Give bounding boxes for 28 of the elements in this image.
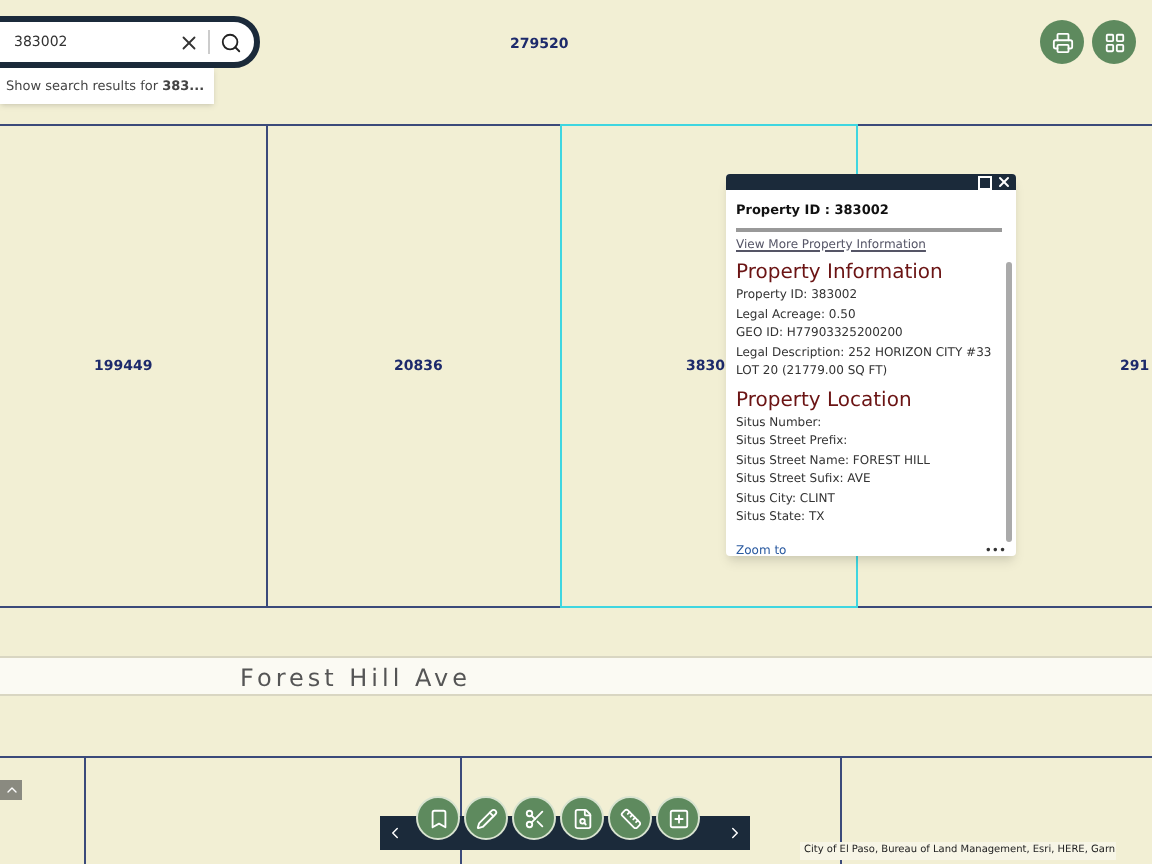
section-heading: Property Location (736, 389, 914, 413)
tool-button[interactable] (656, 796, 700, 840)
grid-icon (1103, 31, 1125, 53)
road-label: Forest Hill Ave (240, 662, 471, 696)
chevron-up-icon (3, 782, 19, 798)
pencil-icon (475, 807, 497, 829)
tool-button[interactable] (512, 796, 556, 840)
printer-icon (1051, 31, 1073, 53)
map-canvas[interactable] (0, 0, 1152, 864)
section-heading: Property Information (736, 262, 945, 286)
previous-icon[interactable] (386, 824, 404, 842)
close-icon[interactable] (996, 174, 1012, 190)
search-icon[interactable] (220, 31, 242, 53)
maximize-icon[interactable] (978, 175, 992, 189)
tool-button[interactable] (608, 796, 652, 840)
ruler-icon (619, 807, 641, 829)
scissors-icon (523, 807, 545, 829)
apps-button[interactable] (1092, 20, 1136, 64)
tool-button[interactable] (560, 796, 604, 840)
bookmark-icon (427, 807, 449, 829)
print-button[interactable] (1040, 20, 1084, 64)
next-icon[interactable] (726, 824, 744, 842)
document-search-icon (571, 807, 593, 829)
scrollbar[interactable] (1006, 262, 1012, 542)
add-icon (667, 807, 689, 829)
tool-button[interactable] (464, 796, 508, 840)
tool-button[interactable] (416, 796, 460, 840)
clear-icon[interactable] (178, 31, 200, 53)
